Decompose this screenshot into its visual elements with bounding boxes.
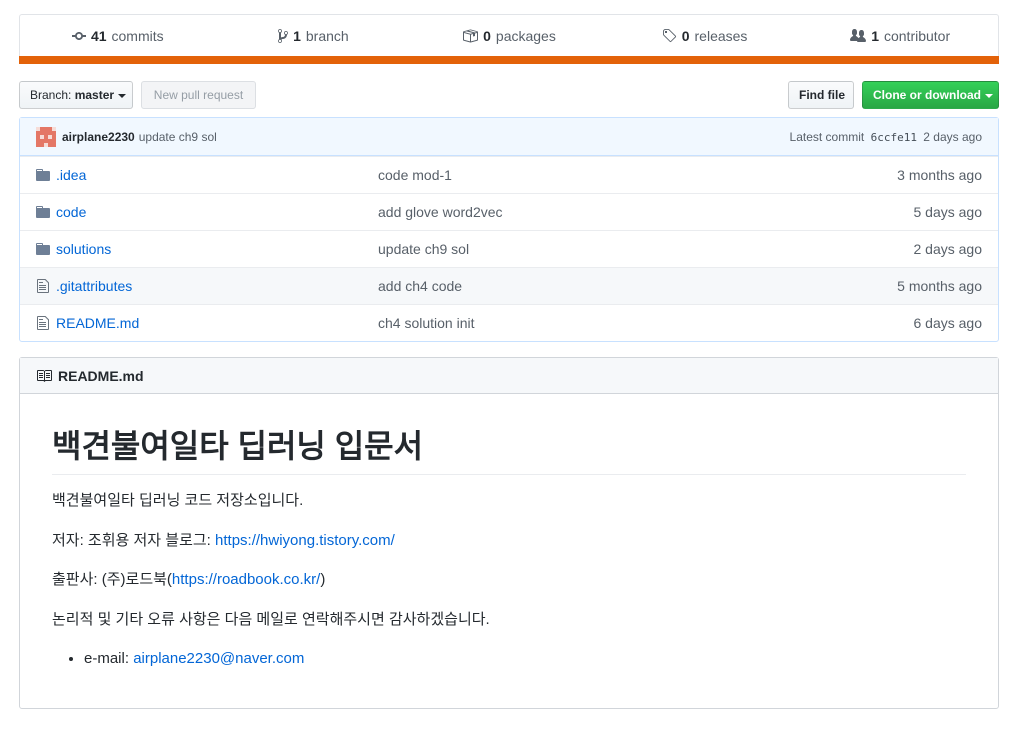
folder-icon bbox=[20, 204, 56, 220]
email-link[interactable]: airplane2230@naver.com bbox=[133, 650, 304, 667]
file-name-link[interactable]: .gitattributes bbox=[56, 278, 378, 294]
commits-link[interactable]: 41 commits bbox=[20, 28, 216, 44]
commit-age: 2 days ago bbox=[923, 129, 982, 144]
releases-count: 0 bbox=[681, 28, 690, 44]
packages-label: packages bbox=[495, 28, 556, 44]
branch-select-button[interactable]: Branch: master bbox=[19, 81, 133, 109]
file-row: .gitattributes add ch4 code 5 months ago bbox=[20, 267, 998, 304]
contributors-link[interactable]: 1 contributor bbox=[802, 28, 998, 44]
file-name-link[interactable]: solutions bbox=[56, 241, 378, 257]
people-icon bbox=[850, 29, 867, 42]
commit-message[interactable]: update ch9 sol bbox=[139, 130, 217, 144]
file-name-link[interactable]: README.md bbox=[56, 315, 378, 331]
readme-title: 백견불여일타 딥러닝 입문서 bbox=[52, 426, 966, 475]
caret-down-icon bbox=[118, 93, 127, 98]
file-age: 2 days ago bbox=[913, 241, 983, 257]
packages-link[interactable]: 0 packages bbox=[411, 28, 607, 44]
readme-list: e-mail: airplane2230@naver.com bbox=[52, 649, 966, 669]
readme-intro: 백견불여일타 딥러닝 코드 저장소입니다. bbox=[52, 492, 304, 509]
blog-link[interactable]: https://hwiyong.tistory.com/ bbox=[215, 532, 395, 549]
contributor-count: 1 bbox=[871, 28, 879, 44]
new-pull-request-button[interactable]: New pull request bbox=[141, 81, 256, 109]
readme-panel: README.md 백견불여일타 딥러닝 입문서 백견불여일타 딥러닝 코드 저… bbox=[19, 357, 999, 709]
caret-down-icon bbox=[985, 93, 993, 98]
latest-commit-bar: airplane2230 update ch9 sol Latest commi… bbox=[20, 118, 998, 156]
file-row: README.md ch4 solution init 6 days ago bbox=[20, 304, 998, 341]
file-row: .idea code mod-1 3 months ago bbox=[20, 156, 998, 193]
releases-label: releases bbox=[694, 28, 748, 44]
language-bar[interactable] bbox=[19, 56, 999, 64]
avatar[interactable] bbox=[36, 126, 56, 147]
package-icon bbox=[463, 29, 479, 43]
tag-icon bbox=[662, 29, 676, 43]
file-navigation: Branch: master New pull request Find fil… bbox=[19, 81, 999, 109]
file-commit-message[interactable]: add ch4 code bbox=[378, 278, 838, 294]
readme-errata: 논리적 및 기타 오류 사항은 다음 메일로 연락해주시면 감사하겠습니다. bbox=[52, 610, 490, 628]
list-item: e-mail: airplane2230@naver.com bbox=[84, 649, 966, 669]
folder-icon bbox=[20, 241, 56, 257]
file-commit-message[interactable]: update ch9 sol bbox=[378, 241, 838, 257]
file-name-link[interactable]: code bbox=[56, 204, 378, 220]
file-icon bbox=[20, 278, 56, 294]
file-icon bbox=[20, 315, 56, 331]
publisher-suffix: ) bbox=[320, 571, 326, 588]
packages-count: 0 bbox=[483, 28, 491, 44]
publisher-text: 출판사: (주)로드북( bbox=[52, 571, 172, 588]
commits-count: 41 bbox=[90, 28, 107, 44]
branch-link[interactable]: 1 branch bbox=[216, 28, 412, 44]
branch-icon bbox=[278, 28, 289, 43]
file-age: 3 months ago bbox=[897, 167, 982, 183]
commit-author[interactable]: airplane2230 bbox=[62, 130, 135, 144]
contributor-label: contributor bbox=[883, 28, 951, 44]
readme-publisher: 출판사: (주)로드북(https://roadbook.co.kr/) bbox=[52, 570, 966, 590]
file-age: 5 days ago bbox=[913, 204, 983, 220]
clone-download-label: Clone or download bbox=[873, 88, 981, 102]
repo-summary: 41 commits 1 branch 0 packages 0 release… bbox=[19, 14, 999, 64]
file-age: 5 months ago bbox=[897, 278, 982, 294]
readme-body: 백견불여일타 딥러닝 입문서 백견불여일타 딥러닝 코드 저장소입니다. 저자:… bbox=[20, 394, 998, 669]
author-text: 저자: 조휘용 저자 블로그: bbox=[52, 531, 216, 549]
commits-label: commits bbox=[111, 28, 164, 44]
find-file-button[interactable]: Find file bbox=[788, 81, 854, 109]
file-name-link[interactable]: .idea bbox=[56, 167, 378, 183]
folder-icon bbox=[20, 167, 56, 183]
latest-commit-prefix: Latest commit bbox=[789, 129, 865, 144]
book-icon bbox=[37, 369, 52, 382]
branch-name: master bbox=[74, 88, 115, 102]
file-row: solutions update ch9 sol 2 days ago bbox=[20, 230, 998, 267]
latest-commit-info: Latest commit 6ccfe11 2 days ago bbox=[790, 130, 982, 144]
publisher-link[interactable]: https://roadbook.co.kr/ bbox=[172, 571, 320, 588]
email-label: e-mail: bbox=[84, 650, 134, 667]
branch-count: 1 bbox=[293, 28, 301, 44]
file-list: airplane2230 update ch9 sol Latest commi… bbox=[19, 117, 999, 342]
file-commit-message[interactable]: add glove word2vec bbox=[378, 204, 838, 220]
file-commit-message[interactable]: ch4 solution init bbox=[378, 315, 838, 331]
readme-filename: README.md bbox=[58, 367, 144, 384]
file-row: code add glove word2vec 5 days ago bbox=[20, 193, 998, 230]
commit-sha[interactable]: 6ccfe11 bbox=[871, 131, 917, 144]
readme-author: 저자: 조휘용 저자 블로그: https://hwiyong.tistory.… bbox=[52, 531, 966, 551]
file-age: 6 days ago bbox=[913, 315, 983, 331]
branch-prefix: Branch: bbox=[30, 88, 72, 102]
releases-link[interactable]: 0 releases bbox=[607, 28, 803, 44]
commit-icon bbox=[71, 32, 86, 40]
file-commit-message[interactable]: code mod-1 bbox=[378, 167, 838, 183]
readme-header: README.md bbox=[20, 358, 998, 394]
branch-label: branch bbox=[305, 28, 349, 44]
clone-download-button[interactable]: Clone or download bbox=[862, 81, 999, 109]
